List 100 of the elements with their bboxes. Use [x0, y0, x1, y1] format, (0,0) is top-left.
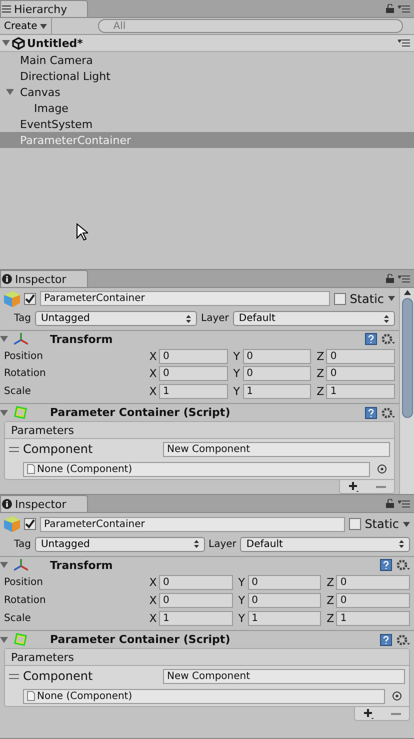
name-field[interactable]: ParameterContainer	[40, 516, 345, 532]
number-field[interactable]: 0	[159, 574, 233, 590]
menu-icon[interactable]	[398, 4, 410, 12]
static-checkbox[interactable]	[334, 292, 346, 305]
number-field[interactable]: 0	[159, 366, 228, 382]
number-field[interactable]: 1	[248, 610, 322, 626]
script-icon	[14, 406, 28, 420]
number-field[interactable]: 1	[336, 610, 410, 626]
help-icon[interactable]	[380, 634, 392, 646]
caret-icon[interactable]	[40, 24, 48, 28]
axis-label: Y	[237, 612, 246, 624]
active-checkbox[interactable]	[24, 292, 36, 305]
help-icon[interactable]	[365, 333, 377, 346]
text-field[interactable]: New Component	[163, 668, 405, 684]
drag-handle-icon[interactable]	[9, 674, 19, 678]
lock-icon[interactable]	[386, 499, 394, 508]
number-field[interactable]: 0	[242, 348, 312, 364]
hierarchy-item-label[interactable]: Canvas	[20, 86, 60, 98]
number-field[interactable]: 1	[326, 384, 396, 400]
hierarchy-item-label[interactable]: Directional Light	[20, 70, 110, 82]
hierarchy-item-label[interactable]: Image	[34, 102, 68, 114]
component-title: Transform	[50, 332, 113, 346]
axis-label: Z	[316, 367, 326, 380]
lock-icon[interactable]	[386, 274, 394, 283]
hierarchy-item[interactable]: Canvas	[0, 84, 414, 100]
static-dropdown-icon[interactable]	[388, 296, 395, 302]
menu-icon[interactable]	[398, 274, 410, 282]
expand-triangle-icon[interactable]	[0, 335, 8, 344]
settings-icon[interactable]	[381, 406, 395, 419]
add-icon[interactable]	[348, 482, 358, 492]
static-checkbox[interactable]	[348, 518, 361, 530]
expand-triangle-icon[interactable]	[0, 561, 8, 569]
help-icon[interactable]	[380, 559, 392, 571]
updown-arrows-icon	[194, 540, 199, 548]
tag-label: Tag	[14, 538, 31, 550]
text-field[interactable]: New Component	[163, 442, 390, 457]
number-field[interactable]: 0	[242, 366, 312, 382]
axis-label: Y	[232, 385, 242, 398]
number-field[interactable]: 0	[248, 574, 322, 590]
menu-icon[interactable]	[398, 39, 410, 47]
number-field[interactable]: 0	[326, 366, 396, 382]
expand-triangle-icon[interactable]	[0, 636, 8, 644]
number-field[interactable]: 0	[326, 348, 396, 364]
tag-dropdown[interactable]: Untagged	[34, 311, 198, 326]
layer-dropdown[interactable]: Default	[240, 536, 410, 552]
property-label: Position	[4, 576, 44, 588]
name-field[interactable]: ParameterContainer	[40, 291, 330, 306]
lock-icon[interactable]	[386, 4, 394, 13]
object-picker-icon[interactable]	[377, 464, 387, 474]
number-field[interactable]: 0	[336, 574, 410, 590]
list-icon	[2, 5, 11, 13]
menu-icon[interactable]	[398, 500, 410, 508]
inspector-tab[interactable]: Inspector	[0, 495, 88, 512]
search-field[interactable]: All	[98, 19, 404, 33]
help-icon[interactable]	[365, 406, 377, 419]
number-field[interactable]: 0	[248, 592, 322, 608]
number-field[interactable]: 0	[159, 348, 228, 364]
number-field[interactable]: 1	[159, 384, 228, 400]
transform-axes-icon	[14, 333, 28, 346]
add-icon[interactable]	[364, 708, 374, 718]
drag-handle-icon[interactable]	[9, 446, 19, 452]
number-field[interactable]: 1	[242, 384, 312, 400]
object-field[interactable]: None (Component)	[23, 688, 385, 704]
expand-triangle-icon[interactable]	[2, 39, 10, 47]
axis-label: Z	[316, 350, 326, 363]
scroll-up-arrow-icon[interactable]	[404, 290, 410, 295]
component-title: Transform	[50, 558, 113, 572]
hierarchy-item-label[interactable]: EventSystem	[20, 118, 93, 130]
active-checkbox[interactable]	[24, 518, 36, 530]
axis-label: Z	[326, 594, 336, 606]
scrollbar[interactable]	[399, 288, 414, 494]
object-field[interactable]: None (Component)	[23, 462, 370, 477]
object-picker-icon[interactable]	[392, 691, 402, 701]
property-label: Rotation	[4, 368, 47, 380]
inspector-tab[interactable]: Inspector	[0, 270, 88, 287]
layer-label: Layer	[208, 538, 236, 550]
hierarchy-item[interactable]: Image	[0, 100, 414, 116]
settings-icon[interactable]	[396, 634, 410, 646]
element-label: Component	[23, 442, 94, 456]
layer-label: Layer	[201, 313, 229, 324]
layer-dropdown[interactable]: Default	[232, 311, 396, 326]
mouse-pointer-icon	[76, 223, 88, 241]
hierarchy-tab[interactable]: Hierarchy	[0, 0, 88, 17]
settings-icon[interactable]	[381, 333, 395, 346]
static-dropdown-icon[interactable]	[403, 522, 410, 526]
axis-label: Z	[316, 385, 326, 398]
hierarchy-item-label[interactable]: Main Camera	[20, 54, 93, 66]
number-field[interactable]: 0	[159, 592, 233, 608]
number-field[interactable]: 0	[336, 592, 410, 608]
settings-icon[interactable]	[396, 559, 410, 571]
expand-triangle-icon[interactable]	[6, 88, 14, 96]
axis-label: Y	[237, 576, 246, 588]
hierarchy-item[interactable]: Directional Light	[0, 68, 414, 84]
number-field[interactable]: 1	[159, 610, 233, 626]
expand-triangle-icon[interactable]	[0, 408, 8, 417]
component-title: Parameter Container (Script)	[50, 406, 230, 420]
tag-dropdown[interactable]: Untagged	[34, 536, 205, 552]
list-title: Parameters	[5, 422, 394, 440]
hierarchy-item[interactable]: EventSystem	[0, 116, 414, 132]
hierarchy-item[interactable]: Main Camera	[0, 52, 414, 68]
